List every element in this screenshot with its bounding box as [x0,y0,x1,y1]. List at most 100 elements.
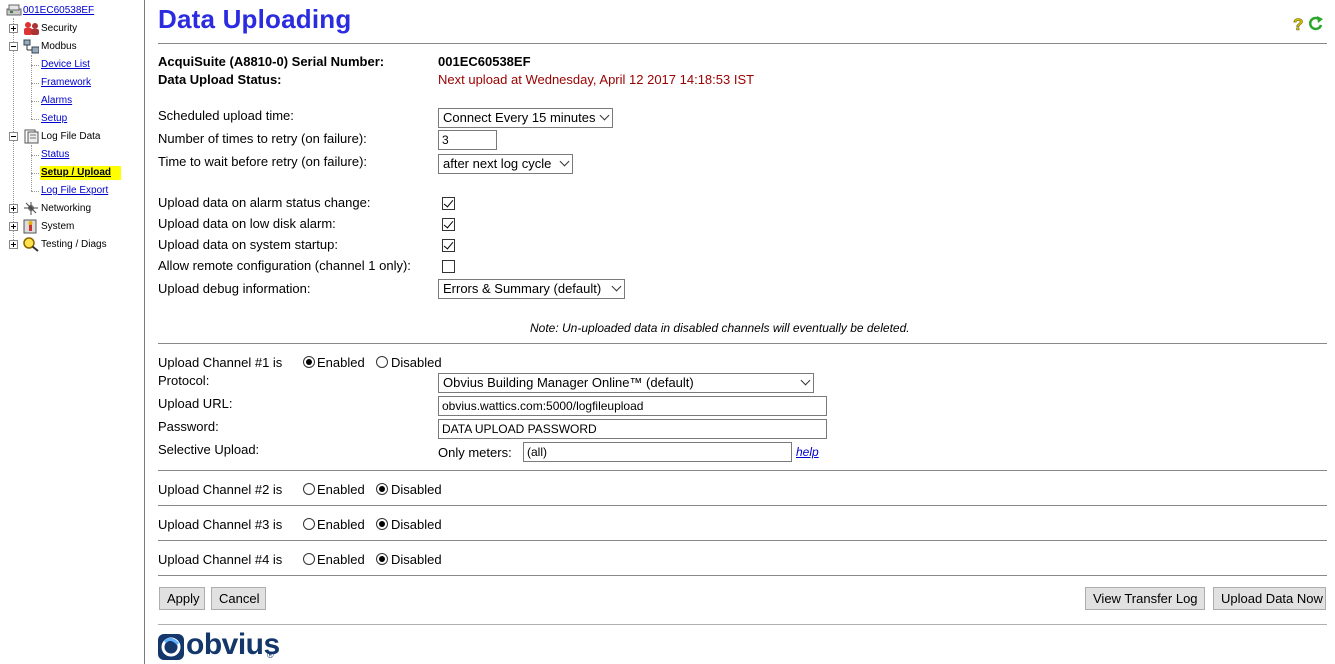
channel-3-enabled-radio[interactable] [303,518,315,530]
obvius-logo: obvius ® [158,628,288,662]
retry-wait-value: after next log cycle [443,156,552,171]
view-transfer-log-button[interactable]: View Transfer Log [1085,587,1205,610]
channel-1-enabled-label: Enabled [317,355,365,370]
scheduled-upload-label: Scheduled upload time: [158,108,294,123]
help-link[interactable]: help [796,445,819,459]
main-content: Data Uploading ? AcquiSuite (A8810-0) Se… [158,0,1327,664]
serial-value: 001EC60538EF [438,54,531,69]
device-icon [6,4,22,16]
upload-data-now-button[interactable]: Upload Data Now [1213,587,1326,610]
tree-link-device-list[interactable]: Device List [41,59,90,71]
tree-line [31,83,39,84]
chevron-down-icon [800,375,811,386]
protocol-select[interactable]: Obvius Building Manager Online™ (default… [438,373,814,393]
channel-2-disabled-radio[interactable] [376,483,388,495]
magnifier-icon [23,237,39,252]
channel-4-disabled-label: Disabled [391,552,442,567]
low-disk-upload-label: Upload data on low disk alarm: [158,216,336,231]
tree-item-testing-diags[interactable]: Testing / Diags [0,237,140,253]
password-label: Password: [158,419,219,434]
expand-icon[interactable] [9,24,18,33]
tree-line [31,155,39,156]
refresh-icon[interactable] [1308,15,1324,33]
tree-item-system[interactable]: System [0,219,140,235]
apply-button[interactable]: Apply [159,587,205,610]
divider [158,624,1327,625]
remote-config-label: Allow remote configuration (channel 1 on… [158,258,411,273]
scheduled-upload-select[interactable]: Connect Every 15 minutes [438,108,613,128]
registered-mark: ® [267,650,274,660]
tree-link-alarms[interactable]: Alarms [41,95,72,107]
debug-info-label: Upload debug information: [158,281,311,296]
upload-url-input[interactable]: obvius.wattics.com:5000/logfileupload [438,396,827,416]
channel-3-label: Upload Channel #3 is [158,517,283,532]
tree-line [31,173,39,174]
channel-1-label: Upload Channel #1 is [158,355,283,370]
collapse-icon[interactable] [9,42,18,51]
chevron-down-icon [559,156,570,167]
protocol-value: Obvius Building Manager Online™ (default… [443,375,694,390]
tree-link-framework[interactable]: Framework [41,77,91,89]
channel-2-enabled-label: Enabled [317,482,365,497]
tree-label: Modbus [41,41,77,52]
cancel-button[interactable]: Cancel [211,587,266,610]
expand-icon[interactable] [9,240,18,249]
channel-4-enabled-radio[interactable] [303,553,315,565]
network-devices-icon [23,39,39,54]
tree-item-security[interactable]: Security [0,21,140,37]
tree-label: Networking [41,203,92,214]
divider [158,470,1327,471]
divider [158,540,1327,541]
tree-label: Log File Data [41,131,101,142]
alarm-upload-checkbox[interactable] [442,197,455,210]
expand-icon[interactable] [9,204,18,213]
tree-root[interactable]: 001EC60538EF [0,3,140,19]
channel-4-disabled-radio[interactable] [376,553,388,565]
retry-count-input[interactable]: 3 [438,130,497,150]
startup-upload-label: Upload data on system startup: [158,237,338,252]
obvius-logo-mark [158,634,184,660]
tree-item-networking[interactable]: Networking [0,201,140,217]
chevron-down-icon [611,281,622,292]
channel-1-disabled-radio[interactable] [376,356,388,368]
debug-info-select[interactable]: Errors & Summary (default) [438,279,625,299]
channel-1-disabled-label: Disabled [391,355,442,370]
low-disk-upload-checkbox[interactable] [442,218,455,231]
expand-icon[interactable] [9,222,18,231]
channel-1-enabled-radio[interactable] [303,356,315,368]
help-icon[interactable]: ? [1291,15,1307,33]
tree-item-modbus[interactable]: Modbus [0,39,140,55]
top-icons: ? [1291,15,1325,35]
network-icon [24,202,38,215]
only-meters-input[interactable]: (all) [523,442,792,462]
remote-config-checkbox[interactable] [442,260,455,273]
tree-line [31,101,39,102]
tree-line [31,191,39,192]
page-title: Data Uploading [158,4,352,34]
navigation-tree: 001EC60538EF Security Modbus Device List… [0,0,145,664]
alarm-upload-label: Upload data on alarm status change: [158,195,371,210]
tree-link-log-file-export[interactable]: Log File Export [41,185,108,197]
tree-root-link[interactable]: 001EC60538EF [23,5,94,17]
protocol-label: Protocol: [158,373,210,388]
retry-wait-select[interactable]: after next log cycle [438,154,573,174]
startup-upload-checkbox[interactable] [442,239,455,252]
divider [158,343,1327,344]
tree-item-log-file-data[interactable]: Log File Data [0,129,140,145]
channel-3-disabled-radio[interactable] [376,518,388,530]
status-value: Next upload at Wednesday, April 12 2017 … [438,72,755,87]
scheduled-upload-value: Connect Every 15 minutes [443,110,596,125]
collapse-icon[interactable] [9,132,18,141]
channel-2-label: Upload Channel #2 is [158,482,283,497]
retry-count-label: Number of times to retry (on failure): [158,131,367,146]
channel-3-enabled-label: Enabled [317,517,365,532]
channel-3-disabled-label: Disabled [391,517,442,532]
tree-link-setup-upload[interactable]: Setup / Upload [40,166,121,180]
tree-link-status[interactable]: Status [41,149,69,161]
upload-url-label: Upload URL: [158,396,233,411]
channel-2-enabled-radio[interactable] [303,483,315,495]
tree-label: Testing / Diags [41,239,107,250]
system-tools-icon [23,219,37,234]
tree-link-setup[interactable]: Setup [41,113,67,125]
password-input[interactable]: DATA UPLOAD PASSWORD [438,419,827,439]
